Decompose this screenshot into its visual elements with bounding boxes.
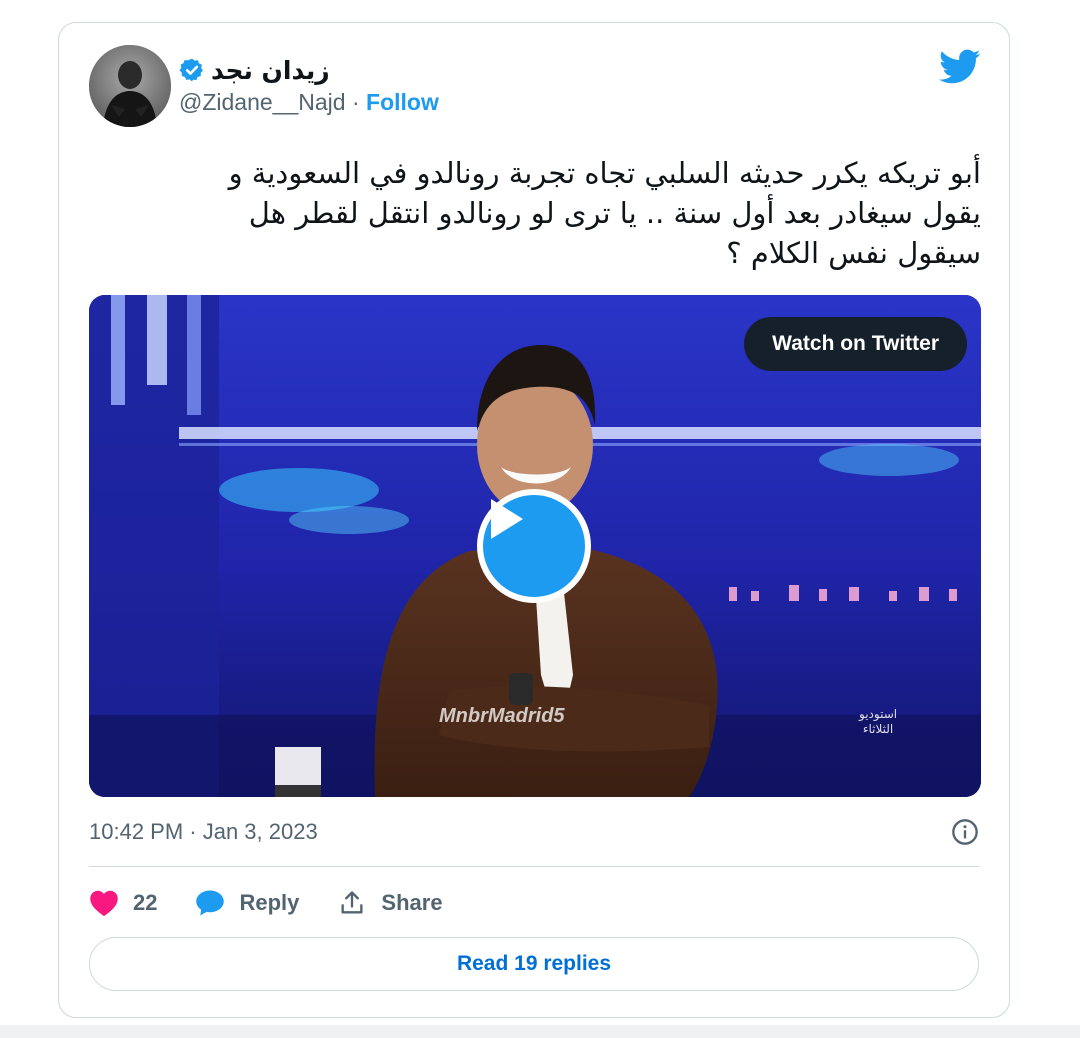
reply-label: Reply <box>239 890 300 915</box>
tweet-text-line: أبو تريكه يكرر حديثه السلبي تجاه تجربة ر… <box>228 156 981 190</box>
video-watermark: MnbrMadrid5 <box>439 705 565 727</box>
tweet-actions: 22 Reply Share <box>89 885 481 921</box>
author-handle-row: @Zidane__Najd · Follow <box>179 89 439 116</box>
read-replies-button[interactable]: Read 19 replies <box>89 937 979 991</box>
studio-logo-line: الثلاثاء <box>862 722 894 736</box>
author-name[interactable]: زيدان نجد <box>211 56 330 85</box>
author-handle[interactable]: @Zidane__Najd <box>179 89 346 115</box>
page-bottom-strip <box>0 1025 1080 1038</box>
divider <box>89 866 979 867</box>
follow-button[interactable]: Follow <box>366 89 439 115</box>
handle-separator: · <box>345 89 367 115</box>
heart-icon <box>90 890 118 917</box>
share-icon <box>341 891 363 914</box>
twitter-bird-icon[interactable] <box>939 49 981 85</box>
info-icon[interactable] <box>951 818 979 846</box>
tweet-text-line: سيقول نفس الكلام ؟ <box>726 236 981 270</box>
watch-on-twitter-button[interactable]: Watch on Twitter <box>744 317 967 371</box>
studio-logo: استوديو الثلاثاء <box>859 707 897 737</box>
avatar[interactable] <box>89 45 171 127</box>
tweet-text: أبو تريكه يكرر حديثه السلبي تجاه تجربة ر… <box>89 153 981 273</box>
author-name-row[interactable]: زيدان نجد <box>179 55 330 85</box>
tweet-timestamp[interactable]: 10:42 PM · Jan 3, 2023 <box>89 819 318 845</box>
studio-logo-line: استوديو <box>859 707 898 721</box>
verified-badge-icon <box>179 58 203 82</box>
share-label: Share <box>381 890 443 915</box>
play-button[interactable] <box>477 489 591 603</box>
like-button[interactable]: 22 <box>89 889 157 917</box>
reply-bubble-icon <box>196 890 225 916</box>
play-icon <box>491 499 523 539</box>
share-button[interactable]: Share <box>337 889 443 917</box>
tweet-card: زيدان نجد @Zidane__Najd · Follow أبو تري… <box>58 22 1010 1018</box>
video-player[interactable]: Watch on Twitter MnbrMadrid5 استوديو الث… <box>89 295 981 797</box>
like-count: 22 <box>133 890 158 915</box>
tweet-text-line: يقول سيغادر بعد أول سنة .. يا ترى لو رون… <box>248 196 981 230</box>
reply-button[interactable]: Reply <box>195 889 299 917</box>
